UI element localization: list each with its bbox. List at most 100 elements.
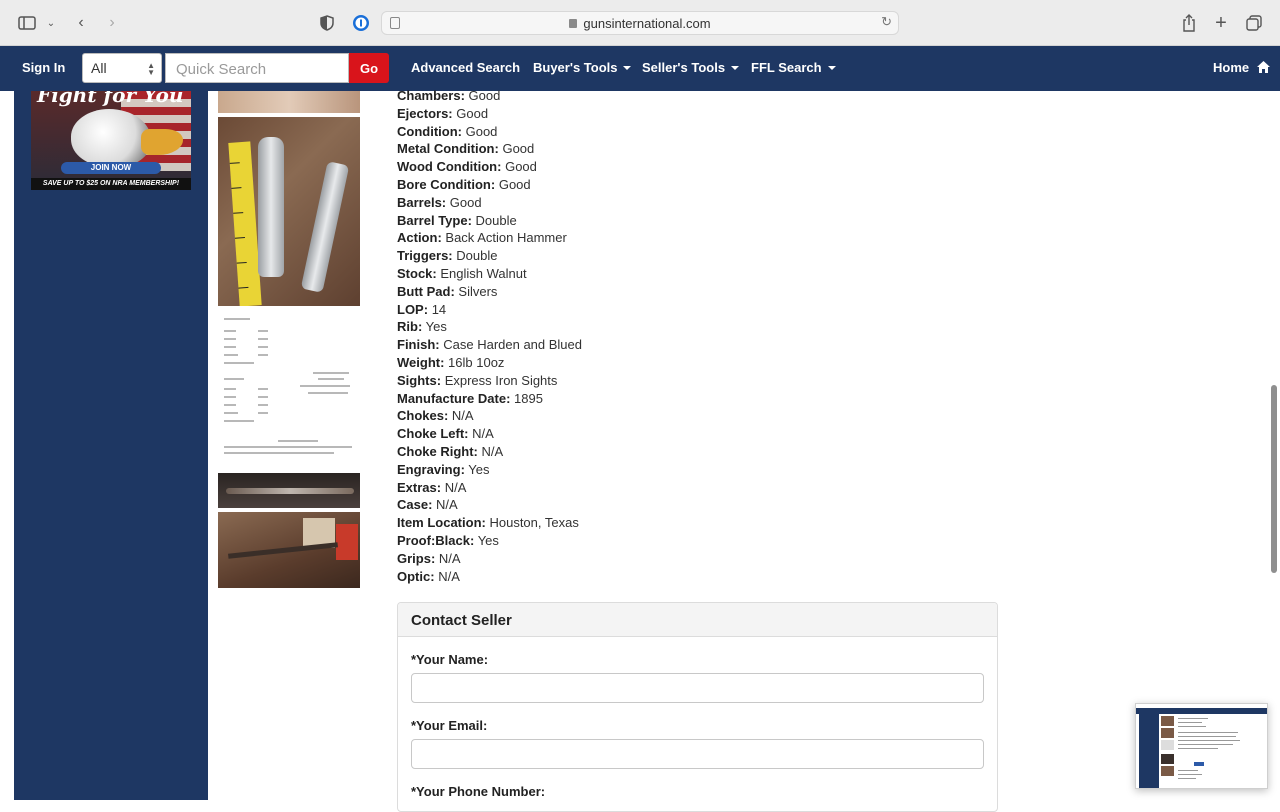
shell-image bbox=[258, 137, 284, 277]
nra-ad-banner[interactable]: Fight for You JOIN NOW SAVE UP TO $25 ON… bbox=[31, 91, 191, 190]
spec-row: Optic: N/A bbox=[397, 568, 797, 586]
spec-value: Yes bbox=[425, 319, 447, 335]
spec-label: Rib: bbox=[397, 319, 423, 335]
listing-thumbnail-3[interactable] bbox=[218, 312, 360, 462]
spec-row: Grips: N/A bbox=[397, 550, 797, 568]
new-tab-icon[interactable]: + bbox=[1210, 12, 1232, 34]
spec-value: N/A bbox=[438, 550, 461, 566]
buyers-tools-menu[interactable]: Buyer's Tools bbox=[533, 60, 632, 75]
sellers-tools-menu[interactable]: Seller's Tools bbox=[642, 60, 740, 75]
back-arrow-icon[interactable]: ‹ bbox=[70, 12, 92, 34]
chevron-down-icon[interactable]: ⌄ bbox=[40, 12, 62, 34]
spec-label: Triggers: bbox=[397, 248, 453, 264]
spec-value: N/A bbox=[444, 479, 467, 495]
caret-down-icon bbox=[827, 65, 836, 70]
home-link[interactable]: Home bbox=[1213, 60, 1270, 75]
spec-value: N/A bbox=[438, 568, 460, 584]
ffl-search-label: FFL Search bbox=[751, 60, 822, 75]
spec-row: Barrel Type: Double bbox=[397, 212, 797, 230]
listing-thumbnail-2[interactable] bbox=[218, 117, 360, 306]
tape-measure-image bbox=[228, 141, 262, 306]
spec-value: Good bbox=[449, 194, 482, 210]
spec-value: English Walnut bbox=[440, 265, 527, 281]
email-field[interactable] bbox=[411, 739, 984, 769]
spec-row: Action: Back Action Hammer bbox=[397, 229, 797, 247]
spec-value: Express Iron Sights bbox=[444, 372, 558, 388]
sellers-tools-label: Seller's Tools bbox=[642, 60, 726, 75]
spec-label: Weight: bbox=[397, 354, 445, 370]
join-now-button[interactable]: JOIN NOW bbox=[61, 162, 161, 174]
spec-row: Weight: 16lb 10oz bbox=[397, 354, 797, 372]
preview-image bbox=[1161, 716, 1174, 726]
page-preview-thumbnail[interactable] bbox=[1135, 703, 1268, 789]
spec-label: Optic: bbox=[397, 568, 435, 584]
spec-value: Houston, Texas bbox=[489, 515, 579, 531]
eagle-image bbox=[71, 109, 151, 167]
quick-search-input[interactable]: Quick Search bbox=[165, 53, 349, 83]
tab-overview-icon[interactable] bbox=[1243, 12, 1265, 34]
spec-row: Chokes: N/A bbox=[397, 407, 797, 425]
spec-value: Double bbox=[456, 248, 498, 264]
spec-value: 14 bbox=[431, 301, 447, 317]
left-sidebar bbox=[14, 91, 208, 800]
rifle-image bbox=[226, 488, 354, 494]
spec-value: Back Action Hammer bbox=[445, 230, 567, 246]
listing-thumbnail-5[interactable] bbox=[218, 512, 360, 588]
preview-image bbox=[1161, 728, 1174, 738]
sign-in-link[interactable]: Sign In bbox=[22, 60, 65, 75]
page-scrollbar[interactable] bbox=[1271, 385, 1277, 573]
browser-toolbar: ⌄ ‹ › gunsinternational.com ↻ + bbox=[0, 0, 1280, 46]
shield-icon[interactable] bbox=[316, 12, 338, 34]
spec-row: Bore Condition: Good bbox=[397, 176, 797, 194]
spec-label: Sights: bbox=[397, 372, 442, 388]
reload-icon[interactable]: ↻ bbox=[881, 14, 892, 30]
home-icon bbox=[1256, 61, 1270, 73]
spec-row: Stock: English Walnut bbox=[397, 265, 797, 283]
email-label: *Your Email: bbox=[411, 718, 488, 733]
ffl-search-menu[interactable]: FFL Search bbox=[751, 60, 836, 75]
spec-value: Good bbox=[505, 159, 537, 175]
spec-label: Bore Condition: bbox=[397, 176, 496, 192]
shell-image bbox=[300, 161, 350, 293]
spec-label: LOP: bbox=[397, 301, 429, 317]
spec-value: 1895 bbox=[514, 390, 543, 406]
spec-value: Silvers bbox=[458, 283, 498, 299]
contact-seller-panel: Contact Seller *Your Name: *Your Email: … bbox=[397, 602, 998, 812]
go-button[interactable]: Go bbox=[349, 53, 389, 83]
spec-value: N/A bbox=[451, 408, 474, 424]
spec-row: Ejectors: Good bbox=[397, 105, 797, 123]
spec-row: Sights: Express Iron Sights bbox=[397, 372, 797, 390]
name-label: *Your Name: bbox=[411, 652, 489, 667]
spec-row: Case: N/A bbox=[397, 496, 797, 514]
url-bar[interactable]: gunsinternational.com ↻ bbox=[381, 11, 899, 35]
spec-value: N/A bbox=[481, 443, 504, 459]
spec-label: Wood Condition: bbox=[397, 159, 502, 175]
spec-label: Finish: bbox=[397, 337, 440, 353]
password-manager-icon[interactable] bbox=[350, 12, 372, 34]
spec-row: Manufacture Date: 1895 bbox=[397, 390, 797, 408]
spec-value: 16lb 10oz bbox=[448, 354, 505, 370]
caret-down-icon bbox=[623, 65, 632, 70]
spec-value: N/A bbox=[436, 497, 458, 513]
advanced-search-link[interactable]: Advanced Search bbox=[411, 60, 520, 75]
search-category-select[interactable]: All ▲ ▼ bbox=[82, 53, 162, 83]
spec-row: LOP: 14 bbox=[397, 301, 797, 319]
caret-down-icon bbox=[731, 65, 740, 70]
share-icon[interactable] bbox=[1178, 12, 1200, 34]
listing-thumbnail-4[interactable] bbox=[218, 473, 360, 508]
ad-headline: Fight for You bbox=[37, 91, 184, 107]
forward-arrow-icon[interactable]: › bbox=[101, 12, 123, 34]
spec-label: Extras: bbox=[397, 479, 442, 495]
box-image bbox=[336, 524, 358, 560]
sidebar-toggle-icon[interactable] bbox=[16, 12, 38, 34]
spec-row: Choke Right: N/A bbox=[397, 443, 797, 461]
spec-value: Good bbox=[468, 88, 501, 103]
preview-button bbox=[1194, 762, 1204, 766]
spec-row: Engraving: Yes bbox=[397, 461, 797, 479]
spec-row: Choke Left: N/A bbox=[397, 425, 797, 443]
spec-value: Double bbox=[475, 212, 517, 228]
spec-row: Condition: Good bbox=[397, 123, 797, 141]
name-field[interactable] bbox=[411, 673, 984, 703]
listing-thumbnail-1[interactable] bbox=[218, 91, 360, 113]
spec-row: Metal Condition: Good bbox=[397, 140, 797, 158]
